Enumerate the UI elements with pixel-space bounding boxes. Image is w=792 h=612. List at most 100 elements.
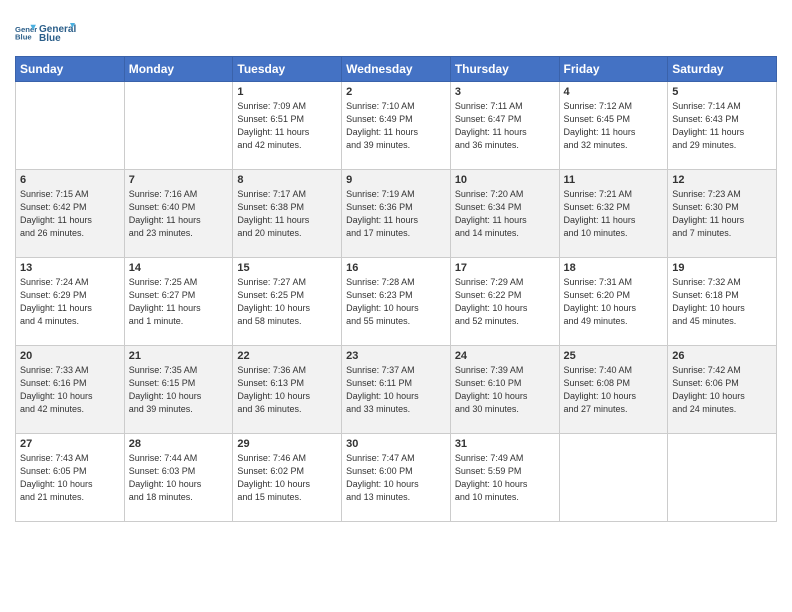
calendar-cell: 14 Sunrise: 7:25 AM Sunset: 6:27 PM Dayli… xyxy=(124,258,233,346)
day-info: Sunrise: 7:27 AM Sunset: 6:25 PM Dayligh… xyxy=(237,276,337,328)
day-info: Sunrise: 7:44 AM Sunset: 6:03 PM Dayligh… xyxy=(129,452,229,504)
calendar-cell: 24Sunrise: 7:39 AM Sunset: 6:10 PM Dayli… xyxy=(450,346,559,434)
calendar-cell: 17 Sunrise: 7:29 AM Sunset: 6:22 PM Dayli… xyxy=(450,258,559,346)
weekday-header-row: SundayMondayTuesdayWednesdayThursdayFrid… xyxy=(16,57,777,82)
day-number: 2 xyxy=(346,86,446,98)
calendar-cell: 23 Sunrise: 7:37 AM Sunset: 6:11 PM Dayli… xyxy=(342,346,451,434)
page-container: General Blue General Blue Sunda xyxy=(0,0,792,530)
day-info: Sunrise: 7:43 AM Sunset: 6:05 PM Dayligh… xyxy=(20,452,120,504)
logo-icon: General Blue xyxy=(15,22,37,44)
calendar-cell: 30 Sunrise: 7:47 AM Sunset: 6:00 PM Dayli… xyxy=(342,434,451,522)
day-info: Sunrise: 7:40 AM Sunset: 6:08 PM Dayligh… xyxy=(564,364,664,416)
svg-text:Blue: Blue xyxy=(39,33,61,44)
calendar-cell: 27 Sunrise: 7:43 AM Sunset: 6:05 PM Dayli… xyxy=(16,434,125,522)
calendar-cell xyxy=(559,434,668,522)
calendar-cell: 6 Sunrise: 7:15 AM Sunset: 6:42 PM Daylig… xyxy=(16,170,125,258)
calendar-cell: 28Sunrise: 7:44 AM Sunset: 6:03 PM Dayli… xyxy=(124,434,233,522)
day-info: Sunrise: 7:33 AM Sunset: 6:16 PM Dayligh… xyxy=(20,364,120,416)
day-info: Sunrise: 7:29 AM Sunset: 6:22 PM Dayligh… xyxy=(455,276,555,328)
day-number: 30 xyxy=(346,438,446,450)
day-number: 31 xyxy=(455,438,555,450)
weekday-header-sunday: Sunday xyxy=(16,57,125,82)
calendar-cell: 29Sunrise: 7:46 AM Sunset: 6:02 PM Dayli… xyxy=(233,434,342,522)
day-number: 29 xyxy=(237,438,337,450)
calendar-cell: 22Sunrise: 7:36 AM Sunset: 6:13 PM Dayli… xyxy=(233,346,342,434)
day-info: Sunrise: 7:49 AM Sunset: 5:59 PM Dayligh… xyxy=(455,452,555,504)
day-info: Sunrise: 7:35 AM Sunset: 6:15 PM Dayligh… xyxy=(129,364,229,416)
calendar-cell: 5 Sunrise: 7:14 AM Sunset: 6:43 PM Daylig… xyxy=(668,82,777,170)
calendar-cell: 8 Sunrise: 7:17 AM Sunset: 6:38 PM Daylig… xyxy=(233,170,342,258)
calendar-cell: 15Sunrise: 7:27 AM Sunset: 6:25 PM Dayli… xyxy=(233,258,342,346)
day-info: Sunrise: 7:37 AM Sunset: 6:11 PM Dayligh… xyxy=(346,364,446,416)
day-number: 9 xyxy=(346,174,446,186)
day-number: 20 xyxy=(20,350,120,362)
day-number: 23 xyxy=(346,350,446,362)
day-info: Sunrise: 7:25 AM Sunset: 6:27 PM Dayligh… xyxy=(129,276,229,328)
week-row-1: 1 Sunrise: 7:09 AM Sunset: 6:51 PM Daylig… xyxy=(16,82,777,170)
day-number: 3 xyxy=(455,86,555,98)
day-number: 12 xyxy=(672,174,772,186)
day-info: Sunrise: 7:42 AM Sunset: 6:06 PM Dayligh… xyxy=(672,364,772,416)
calendar-cell xyxy=(668,434,777,522)
calendar-cell: 7 Sunrise: 7:16 AM Sunset: 6:40 PM Daylig… xyxy=(124,170,233,258)
calendar-cell: 21Sunrise: 7:35 AM Sunset: 6:15 PM Dayli… xyxy=(124,346,233,434)
day-number: 14 xyxy=(129,262,229,274)
day-info: Sunrise: 7:15 AM Sunset: 6:42 PM Dayligh… xyxy=(20,188,120,240)
day-info: Sunrise: 7:39 AM Sunset: 6:10 PM Dayligh… xyxy=(455,364,555,416)
day-info: Sunrise: 7:23 AM Sunset: 6:30 PM Dayligh… xyxy=(672,188,772,240)
day-info: Sunrise: 7:31 AM Sunset: 6:20 PM Dayligh… xyxy=(564,276,664,328)
weekday-header-thursday: Thursday xyxy=(450,57,559,82)
week-row-4: 20 Sunrise: 7:33 AM Sunset: 6:16 PM Dayli… xyxy=(16,346,777,434)
header: General Blue General Blue xyxy=(15,10,777,52)
calendar-cell: 11 Sunrise: 7:21 AM Sunset: 6:32 PM Dayli… xyxy=(559,170,668,258)
day-number: 8 xyxy=(237,174,337,186)
day-info: Sunrise: 7:28 AM Sunset: 6:23 PM Dayligh… xyxy=(346,276,446,328)
calendar-cell: 1 Sunrise: 7:09 AM Sunset: 6:51 PM Daylig… xyxy=(233,82,342,170)
day-info: Sunrise: 7:21 AM Sunset: 6:32 PM Dayligh… xyxy=(564,188,664,240)
day-number: 1 xyxy=(237,86,337,98)
day-info: Sunrise: 7:19 AM Sunset: 6:36 PM Dayligh… xyxy=(346,188,446,240)
weekday-header-tuesday: Tuesday xyxy=(233,57,342,82)
day-number: 7 xyxy=(129,174,229,186)
day-number: 18 xyxy=(564,262,664,274)
day-number: 22 xyxy=(237,350,337,362)
day-info: Sunrise: 7:12 AM Sunset: 6:45 PM Dayligh… xyxy=(564,100,664,152)
calendar-cell: 9 Sunrise: 7:19 AM Sunset: 6:36 PM Daylig… xyxy=(342,170,451,258)
day-number: 19 xyxy=(672,262,772,274)
week-row-5: 27 Sunrise: 7:43 AM Sunset: 6:05 PM Dayli… xyxy=(16,434,777,522)
logo: General Blue General Blue xyxy=(15,14,84,52)
calendar-cell: 25 Sunrise: 7:40 AM Sunset: 6:08 PM Dayli… xyxy=(559,346,668,434)
logo-svg: General Blue xyxy=(39,14,84,52)
day-number: 5 xyxy=(672,86,772,98)
day-info: Sunrise: 7:24 AM Sunset: 6:29 PM Dayligh… xyxy=(20,276,120,328)
calendar-cell: 31 Sunrise: 7:49 AM Sunset: 5:59 PM Dayli… xyxy=(450,434,559,522)
weekday-header-friday: Friday xyxy=(559,57,668,82)
day-info: Sunrise: 7:32 AM Sunset: 6:18 PM Dayligh… xyxy=(672,276,772,328)
calendar-cell xyxy=(16,82,125,170)
day-info: Sunrise: 7:09 AM Sunset: 6:51 PM Dayligh… xyxy=(237,100,337,152)
day-info: Sunrise: 7:16 AM Sunset: 6:40 PM Dayligh… xyxy=(129,188,229,240)
day-number: 6 xyxy=(20,174,120,186)
calendar-cell xyxy=(124,82,233,170)
calendar-cell: 3 Sunrise: 7:11 AM Sunset: 6:47 PM Daylig… xyxy=(450,82,559,170)
day-info: Sunrise: 7:11 AM Sunset: 6:47 PM Dayligh… xyxy=(455,100,555,152)
day-number: 25 xyxy=(564,350,664,362)
calendar-cell: 18 Sunrise: 7:31 AM Sunset: 6:20 PM Dayli… xyxy=(559,258,668,346)
day-number: 16 xyxy=(346,262,446,274)
calendar-table: SundayMondayTuesdayWednesdayThursdayFrid… xyxy=(15,56,777,522)
calendar-cell: 26 Sunrise: 7:42 AM Sunset: 6:06 PM Dayli… xyxy=(668,346,777,434)
calendar-cell: 4 Sunrise: 7:12 AM Sunset: 6:45 PM Daylig… xyxy=(559,82,668,170)
day-info: Sunrise: 7:14 AM Sunset: 6:43 PM Dayligh… xyxy=(672,100,772,152)
day-number: 4 xyxy=(564,86,664,98)
day-number: 27 xyxy=(20,438,120,450)
day-info: Sunrise: 7:17 AM Sunset: 6:38 PM Dayligh… xyxy=(237,188,337,240)
day-info: Sunrise: 7:47 AM Sunset: 6:00 PM Dayligh… xyxy=(346,452,446,504)
day-number: 26 xyxy=(672,350,772,362)
week-row-3: 13 Sunrise: 7:24 AM Sunset: 6:29 PM Dayli… xyxy=(16,258,777,346)
day-info: Sunrise: 7:10 AM Sunset: 6:49 PM Dayligh… xyxy=(346,100,446,152)
day-number: 13 xyxy=(20,262,120,274)
calendar-cell: 12 Sunrise: 7:23 AM Sunset: 6:30 PM Dayli… xyxy=(668,170,777,258)
day-number: 11 xyxy=(564,174,664,186)
svg-text:Blue: Blue xyxy=(15,33,32,42)
day-number: 17 xyxy=(455,262,555,274)
